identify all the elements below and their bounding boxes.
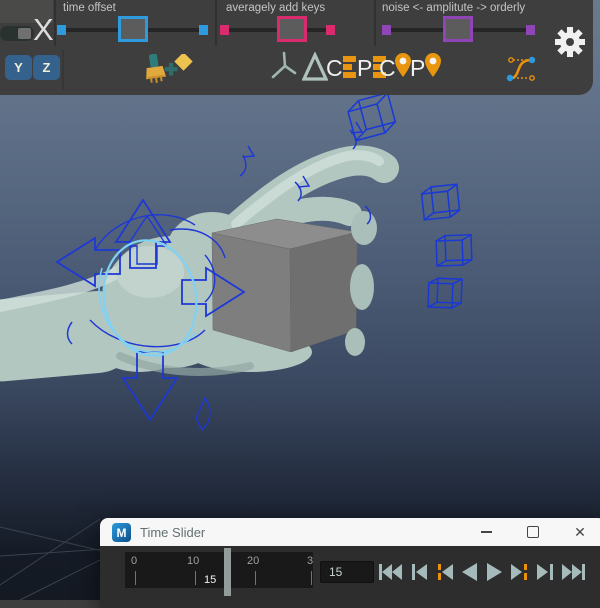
svg-text:C: C xyxy=(326,55,343,81)
mini-toggle-knob[interactable] xyxy=(18,28,31,39)
time-slider-window: M Time Slider ✕ 0 10 20 3 15 xyxy=(100,518,600,608)
keyframe-toolbar: X Y Z time offset averagely add keys noi… xyxy=(0,0,593,95)
slider-noise-amplitude: noise <- amplitute -> orderly xyxy=(382,0,535,46)
divider xyxy=(374,0,376,46)
axis-y-button[interactable]: Y xyxy=(5,55,32,80)
slider-handle-left[interactable] xyxy=(57,25,66,35)
window-title: Time Slider xyxy=(140,525,205,540)
ghost-cube xyxy=(421,184,460,220)
timeline-tick-label: 0 xyxy=(131,555,137,567)
axis-z-button[interactable]: Z xyxy=(33,55,60,80)
timeline-tick xyxy=(255,571,256,585)
window-titlebar[interactable]: M Time Slider ✕ xyxy=(100,518,600,546)
playhead[interactable] xyxy=(224,548,231,596)
slider-label: averagely add keys xyxy=(226,2,325,14)
step-forward-key-button[interactable] xyxy=(509,563,529,581)
step-back-key-button[interactable] xyxy=(435,563,455,581)
maya-screen: { "toolbar": { "axis": { "x_label": "X",… xyxy=(0,0,600,600)
svg-text:P: P xyxy=(410,55,425,81)
maya-app-icon: M xyxy=(112,523,131,542)
paste-pin-icon[interactable]: P xyxy=(409,51,441,83)
slider-label: noise <- amplitute -> orderly xyxy=(382,2,525,14)
slider-label: time offset xyxy=(63,2,116,14)
maximize-button[interactable] xyxy=(522,522,544,542)
ghost-cube xyxy=(428,278,462,308)
timeline-tick-label: 10 xyxy=(187,555,199,567)
timeline-tick xyxy=(311,571,312,585)
add-keys-icon[interactable] xyxy=(163,54,195,84)
copy-pin-icon[interactable]: C xyxy=(379,51,411,83)
slider-averagely-add-keys: averagely add keys xyxy=(220,0,335,46)
current-frame-label: 15 xyxy=(204,574,216,586)
step-forward-frame-button[interactable] xyxy=(535,563,555,581)
maximize-icon xyxy=(527,526,539,538)
slider-handle-right[interactable] xyxy=(326,25,335,35)
slider-handle-left[interactable] xyxy=(220,25,229,35)
ghost-cube xyxy=(436,235,472,266)
play-forwards-button[interactable] xyxy=(485,563,503,581)
divider xyxy=(215,0,217,46)
play-backwards-button[interactable] xyxy=(461,563,479,581)
slider-value-box[interactable] xyxy=(443,16,473,42)
timeline-tick xyxy=(195,571,196,585)
slider-handle-right[interactable] xyxy=(526,25,535,35)
ghost-cube xyxy=(346,93,397,141)
timeline-tick-label: 20 xyxy=(247,555,259,567)
slider-time-offset: time offset xyxy=(57,0,208,46)
svg-text:P: P xyxy=(357,55,372,81)
divider xyxy=(54,0,56,46)
slider-handle-right[interactable] xyxy=(199,25,208,35)
minimize-icon xyxy=(481,531,492,533)
timeline-tick xyxy=(135,571,136,585)
settings-gear-icon[interactable] xyxy=(554,26,586,58)
divider xyxy=(62,50,64,90)
close-icon: ✕ xyxy=(574,525,586,539)
axis-x-label: X xyxy=(33,12,54,48)
curve-tangent-icon[interactable] xyxy=(503,52,541,86)
svg-text:C: C xyxy=(379,55,396,81)
close-button[interactable]: ✕ xyxy=(569,522,591,542)
time-slider-body: 0 10 20 3 15 xyxy=(100,546,600,608)
go-to-end-button[interactable] xyxy=(561,563,586,581)
copy-list-icon[interactable]: C xyxy=(325,52,357,82)
minimize-button[interactable] xyxy=(475,522,497,542)
step-back-frame-button[interactable] xyxy=(409,563,429,581)
frame-field[interactable] xyxy=(320,561,374,583)
timeline-tick-label: 3 xyxy=(307,555,313,567)
go-to-start-button[interactable] xyxy=(378,563,403,581)
timeline[interactable]: 0 10 20 3 xyxy=(125,552,313,588)
slider-handle-left[interactable] xyxy=(382,25,391,35)
slider-value-box[interactable] xyxy=(118,16,148,42)
axis-tripod-icon[interactable] xyxy=(268,50,302,84)
playback-controls xyxy=(378,562,586,582)
slider-value-box[interactable] xyxy=(277,16,307,42)
